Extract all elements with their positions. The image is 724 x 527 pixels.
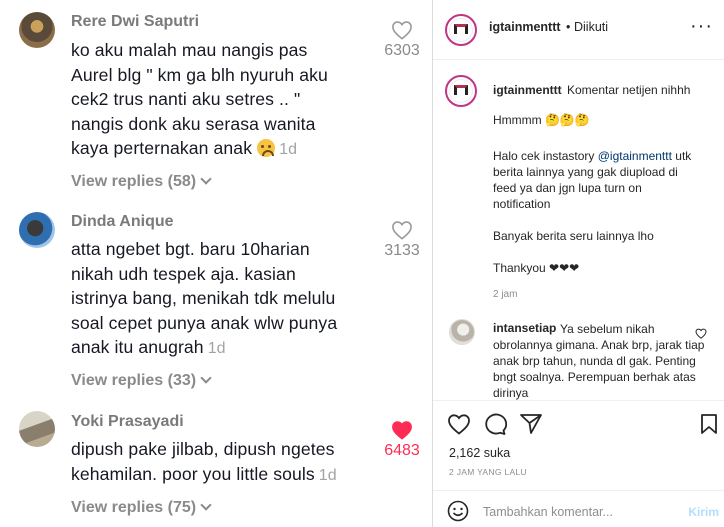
avatar[interactable] xyxy=(445,14,477,46)
comment-line: soal cepet punya anak wlw punya xyxy=(71,312,338,333)
caption-username[interactable]: igtainmenttt xyxy=(493,83,562,97)
account-handle[interactable]: igtainmenttt xyxy=(489,20,561,34)
comment-line-text: kehamilan. poor you little souls xyxy=(71,463,315,484)
caption-more-news: Banyak berita seru lainnya lho xyxy=(493,229,654,243)
comment-line-text: kaya perternakan anak xyxy=(71,138,253,158)
like-button[interactable]: 6483 xyxy=(378,420,426,460)
comment-username[interactable]: Dinda Anique xyxy=(71,213,174,231)
avatar[interactable] xyxy=(19,212,55,248)
tiktok-comments-panel: Rere Dwi Saputri ko aku malah mau nangis… xyxy=(0,0,432,527)
caption-promo: Halo cek instastory @igtainmenttt utk xyxy=(493,148,713,164)
like-count: 6483 xyxy=(384,442,420,459)
share-send-icon[interactable] xyxy=(519,413,543,440)
chevron-down-icon xyxy=(200,499,212,511)
chevron-down-icon xyxy=(200,173,212,185)
view-replies-label: View replies (75) xyxy=(71,499,197,516)
post-actions: 2,162 suka 2 JAM YANG LALU xyxy=(433,400,724,490)
caption-promo-prefix: Halo cek instastory xyxy=(493,149,598,163)
separator-dot: • xyxy=(566,20,571,34)
view-replies-label: View replies (33) xyxy=(71,372,197,389)
comment-text: atta ngebet bgt. baru 10harian nikah udh… xyxy=(71,237,371,362)
more-options-icon[interactable]: ··· xyxy=(690,15,713,38)
heart-outline-icon xyxy=(392,21,412,40)
caption-time[interactable]: 2 jam xyxy=(493,289,517,300)
comment-line-text: anak itu anugrah xyxy=(71,337,204,357)
comment-line: nangis donk aku serasa wanita xyxy=(71,113,316,134)
comment-line: nikah udh tespek aja. kasian xyxy=(71,263,296,284)
avatar[interactable] xyxy=(19,12,55,48)
crying-face-icon xyxy=(257,139,276,157)
caption-promo-line: notification xyxy=(493,197,551,211)
comment-input[interactable]: Tambahkan komentar... xyxy=(483,505,613,519)
view-replies-label: View replies (58) xyxy=(71,173,197,190)
chevron-down-icon xyxy=(200,372,212,384)
avatar[interactable] xyxy=(445,75,477,107)
caption-thanks: Thankyou ❤❤❤ xyxy=(493,261,580,275)
comments-scroll-area[interactable]: igtainmenttt Komentar netijen nihhh Hmmm… xyxy=(433,61,724,400)
bookmark-icon[interactable] xyxy=(699,413,719,440)
reply-text: Ya sebelum nikah obrolannya gimana. Anak… xyxy=(493,322,705,400)
add-comment-bar: Tambahkan komentar... Kirim xyxy=(433,490,724,527)
comment-line: cek2 trus nanti aku setres .. " xyxy=(71,89,301,109)
likes-count[interactable]: 2,162 suka xyxy=(449,446,510,460)
heart-filled-icon xyxy=(392,421,412,440)
comment-time: 1d xyxy=(207,340,226,357)
comment-text: ko aku malah mau nangis pas Aurel blg " … xyxy=(71,38,371,163)
comment-bubble-icon[interactable] xyxy=(483,413,508,440)
instagram-post-panel: igtainmenttt • Diikuti ··· igtainmenttt … xyxy=(432,0,724,527)
brand-logo-icon xyxy=(454,24,468,34)
view-replies-button[interactable]: View replies (75) xyxy=(71,499,212,517)
like-count: 3133 xyxy=(384,242,420,259)
like-button[interactable]: 3133 xyxy=(378,220,426,260)
comment-line: ko aku malah mau nangis pas xyxy=(71,40,308,60)
comment-time: 1d xyxy=(279,141,298,158)
caption-promo-line: berita lainnya yang gak diupload di xyxy=(493,165,678,179)
brand-logo-icon xyxy=(454,85,468,95)
avatar[interactable] xyxy=(449,319,475,345)
comment-line: istrinya bang, menikah tdk melulu xyxy=(71,288,336,308)
emoji-smile-icon[interactable] xyxy=(447,500,469,527)
like-count: 6303 xyxy=(384,42,420,59)
comment-line: dipush pake jilbab, dipush ngetes xyxy=(71,439,335,459)
comment-line: Aurel blg " km ga blh nyuruh aku xyxy=(71,64,328,85)
mention-link[interactable]: @igtainmenttt xyxy=(598,149,672,163)
heart-outline-icon xyxy=(392,221,412,240)
avatar[interactable] xyxy=(19,411,55,447)
like-button[interactable]: 6303 xyxy=(378,20,426,60)
comment-text: dipush pake jilbab, dipush ngetes kehami… xyxy=(71,437,371,488)
caption-first-line: Komentar netijen nihhh xyxy=(567,83,691,97)
like-heart-icon[interactable] xyxy=(447,413,471,440)
comment-username[interactable]: Rere Dwi Saputri xyxy=(71,13,199,31)
caption-hmm: Hmmmm 🤔🤔🤔 xyxy=(493,113,590,127)
comment-line: kehamilan. poor you little souls 1d xyxy=(71,462,371,489)
comment-line: kaya perternakan anak 1d xyxy=(71,136,371,163)
post-header: igtainmenttt • Diikuti ··· xyxy=(433,0,724,60)
comment-line: atta ngebet bgt. baru 10harian xyxy=(71,239,310,259)
comment-line: anak itu anugrah 1d xyxy=(71,335,371,362)
comment-time: 1d xyxy=(318,466,337,484)
comment-username[interactable]: Yoki Prasayadi xyxy=(71,413,184,431)
post-time: 2 JAM YANG LALU xyxy=(449,467,527,477)
heart-outline-icon[interactable] xyxy=(695,326,707,344)
send-button[interactable]: Kirim xyxy=(688,505,719,519)
view-replies-button[interactable]: View replies (58) xyxy=(71,173,212,191)
caption-promo-line: feed ya dan jgn lupa turn on xyxy=(493,181,642,195)
view-replies-button[interactable]: View replies (33) xyxy=(71,372,212,390)
caption-promo-rest: utk xyxy=(671,149,692,163)
follow-status-button[interactable]: Diikuti xyxy=(574,20,608,34)
